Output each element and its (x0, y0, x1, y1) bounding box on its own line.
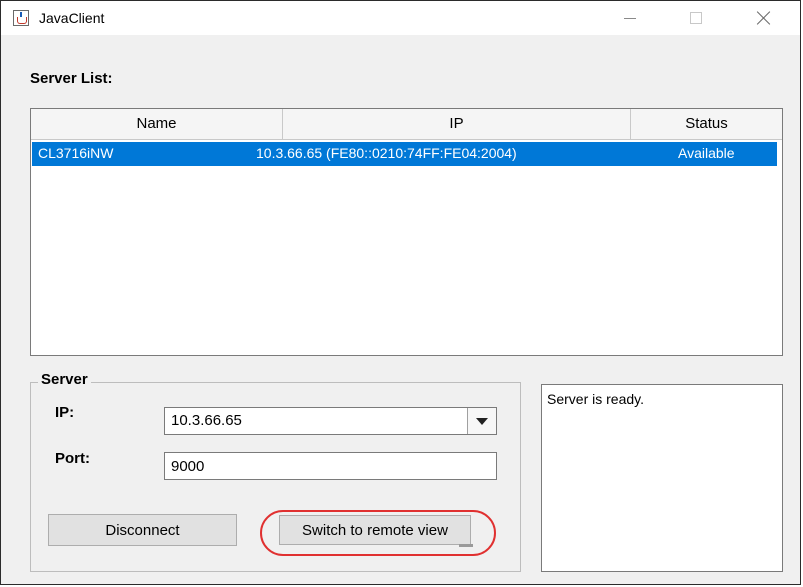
java-app-icon (13, 10, 29, 26)
chevron-down-icon (476, 417, 488, 425)
column-header-ip[interactable]: IP (283, 109, 631, 139)
status-message-box: Server is ready. (541, 384, 783, 572)
close-button[interactable] (741, 1, 787, 35)
switch-button-label: Switch to remote view (302, 521, 448, 539)
port-field[interactable] (164, 452, 497, 480)
maximize-button[interactable] (673, 1, 719, 35)
title-bar[interactable]: JavaClient (1, 1, 800, 35)
ip-combobox-value: 10.3.66.65 (171, 412, 242, 429)
column-header-name[interactable]: Name (31, 109, 283, 139)
ip-combobox[interactable]: 10.3.66.65 (164, 407, 497, 435)
minimize-button[interactable] (607, 1, 653, 35)
server-group-legend: Server (38, 371, 91, 388)
ip-dropdown-button[interactable] (467, 408, 496, 434)
table-header: Name IP Status (31, 109, 782, 140)
row-name-cell: CL3716iNW (38, 145, 114, 161)
disconnect-button[interactable]: Disconnect (48, 514, 237, 546)
minimize-icon (624, 17, 636, 19)
maximize-icon (690, 12, 702, 24)
ip-label: IP: (55, 404, 75, 421)
column-header-status[interactable]: Status (631, 109, 782, 139)
switch-to-remote-view-button[interactable]: Switch to remote view (279, 515, 473, 547)
server-list-table[interactable]: Name IP Status CL3716iNW 10.3.66.65 (FE8… (30, 108, 783, 356)
close-icon (757, 11, 771, 25)
port-label: Port: (55, 450, 90, 467)
window-title: JavaClient (39, 10, 105, 26)
table-row[interactable]: CL3716iNW 10.3.66.65 (FE80::0210:74FF:FE… (32, 142, 777, 166)
resize-grip (459, 544, 473, 547)
row-ip-cell: 10.3.66.65 (FE80::0210:74FF:FE04:2004) (256, 145, 517, 161)
row-status-cell: Available (678, 145, 735, 161)
server-list-label: Server List: (30, 70, 113, 87)
